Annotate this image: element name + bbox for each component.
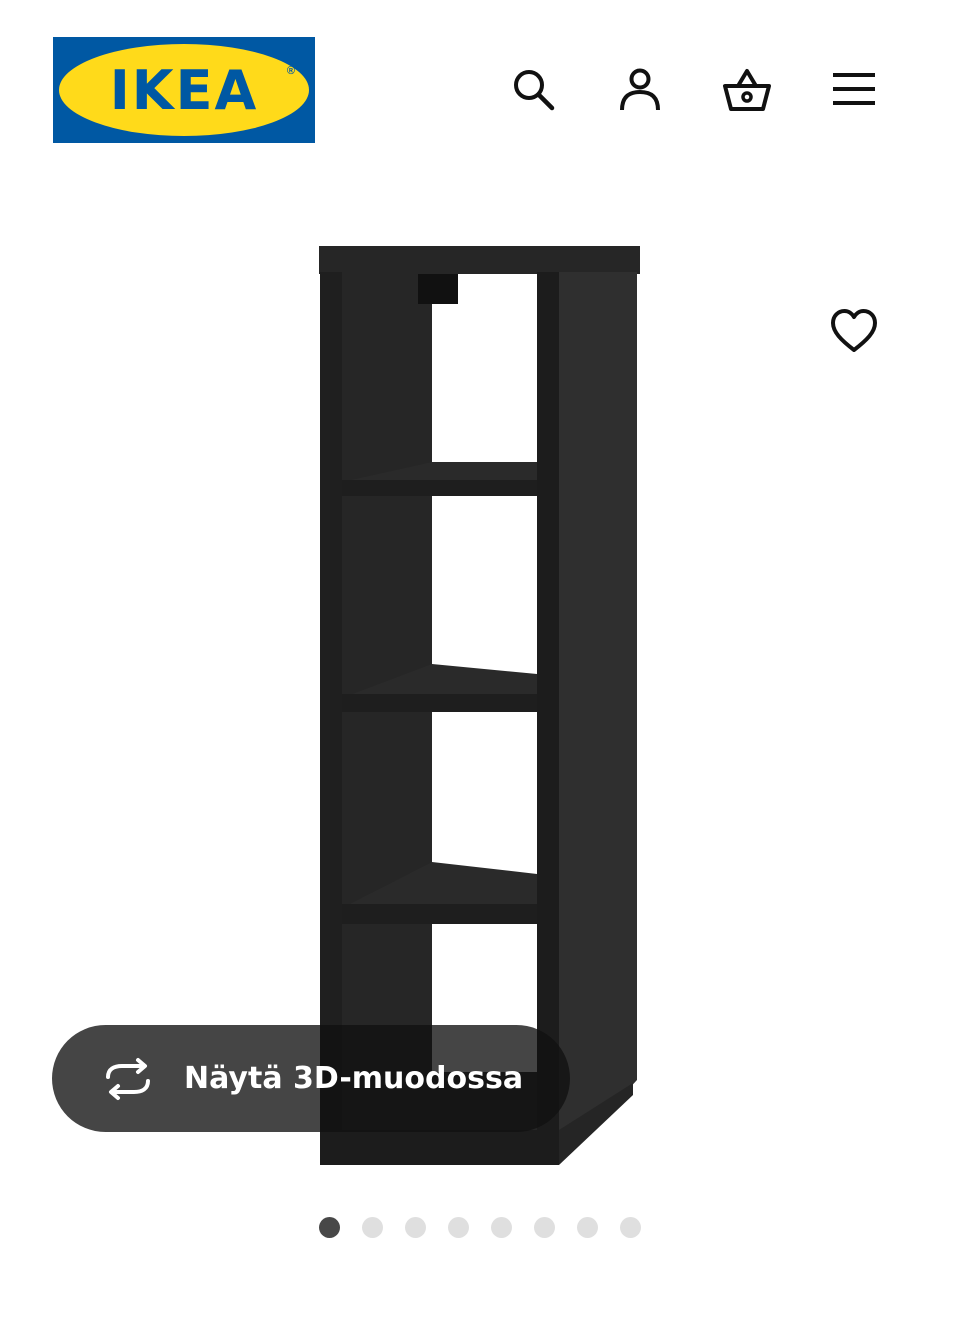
basket-icon[interactable] [722, 64, 772, 114]
search-icon[interactable] [508, 64, 558, 114]
view-3d-button[interactable]: Näytä 3D-muodossa [52, 1025, 570, 1132]
rotate-3d-icon [106, 1057, 150, 1100]
logo-registered-mark: ® [286, 65, 295, 77]
favourite-heart-icon[interactable] [828, 305, 880, 357]
view-3d-label: Näytä 3D-muodossa [184, 1061, 524, 1096]
ikea-logo[interactable]: IKEA ® [53, 37, 315, 143]
user-icon[interactable] [615, 64, 665, 114]
logo-text: IKEA [109, 58, 259, 122]
pagination-dot[interactable] [577, 1217, 598, 1238]
menu-icon[interactable] [829, 64, 879, 114]
pagination-dot[interactable] [534, 1217, 555, 1238]
pagination-dot[interactable] [491, 1217, 512, 1238]
pagination-dot[interactable] [405, 1217, 426, 1238]
gallery-pagination [0, 1217, 960, 1239]
pagination-dot[interactable] [319, 1217, 340, 1238]
pagination-dot[interactable] [362, 1217, 383, 1238]
pagination-dot[interactable] [620, 1217, 641, 1238]
pagination-dot[interactable] [448, 1217, 469, 1238]
site-header: IKEA ® [0, 0, 960, 180]
